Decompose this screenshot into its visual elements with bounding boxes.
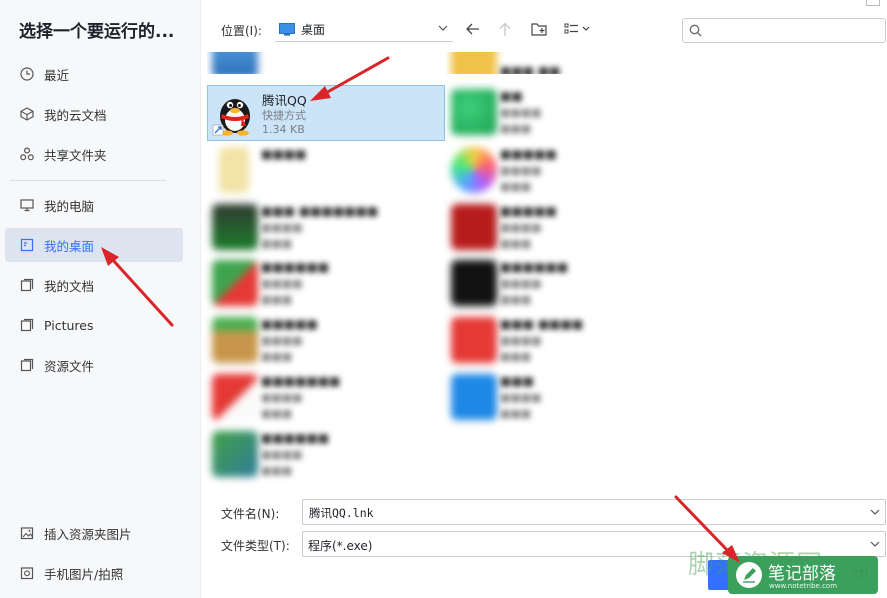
sidebar-item-resource-files[interactable]: 资源文件 <box>5 348 183 382</box>
file-thumbnail <box>212 431 258 477</box>
sidebar-item-label: 最近 <box>44 67 70 83</box>
file-item[interactable]: ■■■■■ ■■■■ ■■■ <box>446 143 682 197</box>
file-thumbnail <box>451 52 497 74</box>
file-thumbnail <box>451 374 497 420</box>
window-corner-control[interactable] <box>866 0 880 6</box>
watermark-badge-text: 笔记部落 <box>768 564 836 584</box>
folder-icon <box>19 357 35 373</box>
share-icon <box>19 146 35 162</box>
file-item-qq-selected[interactable]: 腾讯QQ 快捷方式 1.34 KB <box>207 85 445 141</box>
sidebar: 选择一个要运行的... 最近 我的云文档 共享文件夹 我的电脑 我的桌面 我的文… <box>0 0 201 598</box>
filename-label: 文件名(N): <box>221 507 280 521</box>
sidebar-item-label: 我的文档 <box>44 278 95 294</box>
filename-input[interactable] <box>307 503 851 522</box>
desktop-folder-icon <box>279 22 295 36</box>
location-value: 桌面 <box>301 22 326 37</box>
clock-icon <box>19 66 35 82</box>
up-button[interactable] <box>493 17 517 41</box>
chevron-down-icon[interactable] <box>869 507 881 517</box>
search-input[interactable] <box>707 21 881 41</box>
arrow-up-icon <box>499 22 511 36</box>
chevron-down-icon <box>870 541 880 547</box>
file-thumbnail <box>451 317 497 363</box>
image-insert-icon <box>19 525 35 541</box>
file-item[interactable]: ■■■ ■■■■ ■■■■ ■■■ <box>446 313 682 367</box>
file-item[interactable]: ■■■ ■■ <box>446 52 682 74</box>
sidebar-item-label: 共享文件夹 <box>44 147 107 163</box>
file-thumbnail <box>212 204 258 250</box>
sidebar-item-my-computer[interactable]: 我的电脑 <box>5 188 183 222</box>
dialog-title: 选择一个要运行的... <box>19 22 175 42</box>
file-item[interactable]: ■■■ ■■■■ ■■■ <box>446 370 682 424</box>
watermark-suffix: cn <box>852 566 869 582</box>
file-item[interactable]: ■■■■■ ■■■■ ■■■ <box>446 200 682 254</box>
pen-icon <box>736 562 762 588</box>
desktop-icon <box>19 237 35 253</box>
filetype-value: 程序(*.exe) <box>308 539 373 553</box>
file-thumbnail <box>212 374 258 420</box>
back-button[interactable] <box>461 17 485 41</box>
file-thumbnail <box>219 147 249 193</box>
file-thumbnail <box>451 147 497 193</box>
file-item[interactable]: ■■■ ■■■■■■■ ■■■■ ■■■ <box>207 200 443 254</box>
file-thumbnail <box>451 260 497 306</box>
filename-combo[interactable] <box>302 499 886 525</box>
list-view-icon <box>564 23 590 34</box>
file-item[interactable]: ■■■■■■ ■■■■ ■■■ <box>446 256 682 310</box>
watermark-url: www.notetribe.com <box>769 582 838 590</box>
new-folder-icon <box>531 23 547 36</box>
documents-icon <box>19 277 35 293</box>
file-thumbnail <box>212 317 258 363</box>
sidebar-item-my-documents[interactable]: 我的文档 <box>5 268 183 302</box>
search-box[interactable] <box>682 18 886 43</box>
sidebar-item-shared-folder[interactable]: 共享文件夹 <box>5 137 183 171</box>
file-item[interactable]: ■■■■■■ ■■■■ ■■■ <box>207 427 443 481</box>
sidebar-item-label: 我的电脑 <box>44 198 95 214</box>
monitor-icon <box>19 197 35 213</box>
phone-photo-icon <box>19 565 35 581</box>
file-item[interactable]: ■■ ■■■■ ■■■ <box>446 85 682 139</box>
file-item[interactable]: ■■■■■ ■■■■ ■■■ <box>207 313 443 367</box>
location-dropdown[interactable]: 桌面 <box>275 17 453 42</box>
sidebar-item-label: 插入资源夹图片 <box>44 526 132 542</box>
folder-icon <box>19 317 35 333</box>
file-thumbnail <box>451 89 497 135</box>
sidebar-item-label: 资源文件 <box>44 358 95 374</box>
sidebar-item-phone-photo[interactable]: 手机图片/拍照 <box>5 556 183 590</box>
file-item[interactable]: ■■■■ <box>207 143 443 197</box>
chevron-down-icon <box>438 25 448 31</box>
sidebar-item-my-desktop[interactable]: 我的桌面 <box>5 228 183 262</box>
qq-penguin-icon <box>212 89 258 137</box>
file-item[interactable]: ■■■■■■■ ■■■■ ■■■ <box>207 370 443 424</box>
cloud-doc-icon <box>19 106 35 122</box>
sidebar-divider <box>10 180 166 181</box>
sidebar-item-recent[interactable]: 最近 <box>5 57 183 91</box>
search-icon <box>689 24 702 37</box>
view-mode-button[interactable] <box>562 17 594 41</box>
file-item[interactable]: ■■■■■■ ■■■■ ■■■ <box>207 256 443 310</box>
file-item[interactable] <box>207 52 443 74</box>
sidebar-item-label: Pictures <box>44 317 94 333</box>
location-label: 位置(I): <box>221 24 262 38</box>
new-folder-button[interactable] <box>527 17 551 41</box>
sidebar-item-label: 我的云文档 <box>44 107 107 123</box>
file-thumbnail <box>451 204 497 250</box>
filetype-label: 文件类型(T): <box>221 539 290 553</box>
file-size: 1.34 KB <box>262 123 305 136</box>
sidebar-item-pictures[interactable]: Pictures <box>5 308 183 342</box>
sidebar-item-cloud-docs[interactable]: 我的云文档 <box>5 97 183 131</box>
arrow-left-icon <box>466 23 479 35</box>
sidebar-item-label: 我的桌面 <box>44 238 95 254</box>
file-thumbnail <box>212 52 258 74</box>
sidebar-item-insert-folder-image[interactable]: 插入资源夹图片 <box>5 516 183 550</box>
file-type: 快捷方式 <box>262 109 306 122</box>
sidebar-item-label: 手机图片/拍照 <box>44 566 124 582</box>
file-thumbnail <box>212 260 258 306</box>
